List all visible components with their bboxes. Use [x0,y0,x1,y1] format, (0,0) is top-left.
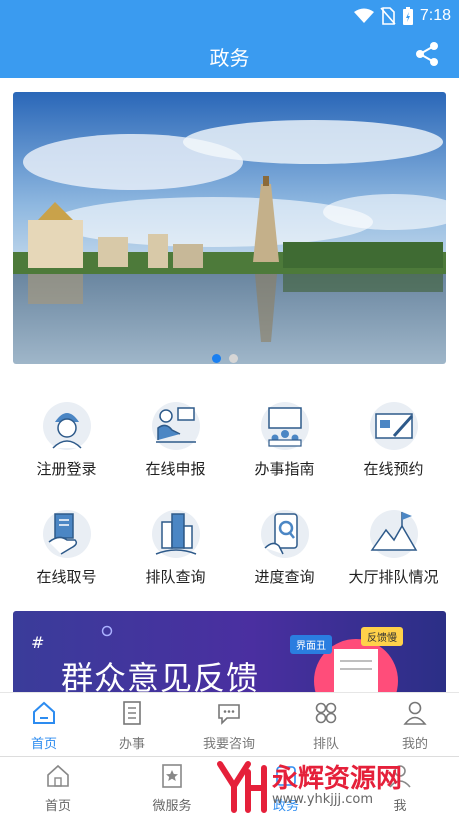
grid-icon [315,702,337,724]
service-online-declare[interactable]: 在线申报 [118,400,233,479]
user-icon [403,701,427,725]
page-title: 政务 [209,46,250,70]
watermark-url: www.yhkjjj.com [272,792,374,807]
feedback-banner[interactable]: # 群众意见反馈 界面丑 反馈慢 [13,611,446,693]
no-sim-icon [380,7,396,25]
tab-label: 排队 [312,737,339,752]
service-label: 办事指南 [254,460,315,478]
tab-label: 办事 [118,737,145,752]
share-icon[interactable] [413,40,441,68]
calendar-pen-icon [369,402,418,450]
home-icon [33,701,55,724]
service-label: 在线申报 [145,460,206,478]
service-label: 在线预约 [363,460,424,478]
service-appointment[interactable]: 在线预约 [336,400,451,479]
computer-desk-icon [151,402,200,450]
carousel-dot[interactable] [229,354,238,363]
watermark-text: 永辉资源网 [272,764,403,794]
service-label: 排队查询 [145,568,206,586]
city-buildings-icon [151,510,200,558]
nav-label: 微服务 [152,799,192,814]
tab-mine[interactable]: 我的 [375,699,455,752]
watermark: 永辉资源网 www.yhkjjj.com [210,758,459,816]
service-queue-query[interactable]: 排队查询 [118,508,233,587]
phone-search-icon [260,510,309,558]
tab-queue[interactable]: 排队 [286,699,366,752]
carousel-indicator [212,354,238,363]
tab-label: 我的 [401,737,428,752]
tab-label: 首页 [30,737,57,752]
service-take-number[interactable]: 在线取号 [9,508,124,587]
status-time: 7:18 [419,7,451,24]
watermark-logo [217,761,267,813]
ticket-hand-icon [42,510,91,558]
chat-icon [218,704,240,725]
nav-micro-service[interactable]: 微服务 [132,763,212,814]
app-bar: 政务 [0,32,459,78]
home-outline-icon [47,764,69,787]
service-guide[interactable]: 办事指南 [227,400,342,479]
service-label: 大厅排队情况 [348,568,439,586]
inner-tab-bar: 首页 办事 我要咨询 排队 我的 [0,692,459,757]
service-hall-queue[interactable]: 大厅排队情况 [336,508,451,587]
banner-image [13,92,446,364]
feedback-tag-slow: 反馈慢 [361,627,403,646]
tab-consult[interactable]: 我要咨询 [189,699,269,752]
banner-carousel[interactable] [13,92,446,364]
service-progress-query[interactable]: 进度查询 [227,508,342,587]
service-label: 进度查询 [254,568,315,586]
presentation-board-icon [260,402,309,450]
feedback-title: 群众意见反馈 [61,659,260,693]
tab-affairs[interactable]: 办事 [92,699,172,752]
decor-circle-icon [101,625,113,637]
checklist-icon [123,701,141,725]
service-label: 注册登录 [36,460,97,478]
feedback-hash: # [31,633,45,652]
star-bookmark-icon [162,764,182,788]
status-icons: 7:18 [353,5,451,27]
status-bar: 7:18 [0,0,459,32]
service-register-login[interactable]: 注册登录 [9,400,124,479]
battery-charging-icon [402,7,413,25]
feedback-tag-ugly: 界面丑 [290,635,332,654]
wifi-icon [353,8,374,23]
worker-helmet-icon [42,402,91,450]
tab-home[interactable]: 首页 [4,699,84,752]
carousel-dot[interactable] [212,354,221,363]
nav-label: 首页 [44,799,71,814]
nav-home[interactable]: 首页 [18,763,98,814]
service-label: 在线取号 [36,568,97,586]
mountain-flag-icon [369,510,418,558]
tab-label: 我要咨询 [202,737,255,752]
